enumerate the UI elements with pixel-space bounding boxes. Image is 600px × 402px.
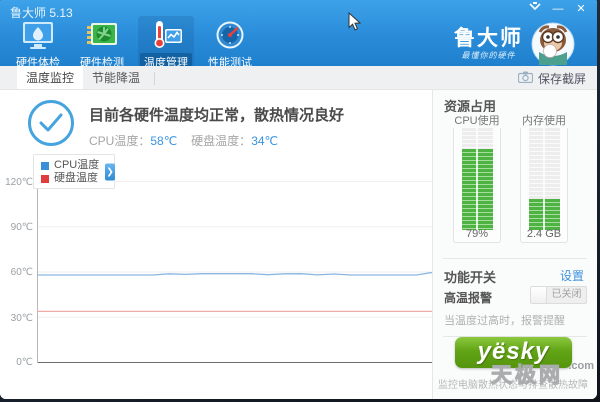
- y-tick: 90℃: [10, 222, 33, 233]
- disk-temp-value: 34℃: [251, 134, 279, 148]
- thermometer-chart-icon: [148, 20, 184, 50]
- desktop-background: 鲁大师 5.13 — ✕ 硬件体检 硬件检测 温度管理 性能测试 鲁大师 最懂你…: [0, 0, 600, 402]
- yesky-watermark: yësky .com 天极网: [453, 337, 594, 388]
- brand-area: 鲁大师 最懂你的硬件: [454, 22, 575, 66]
- status-title: 目前各硬件温度均正常，散热情况良好: [89, 107, 345, 124]
- memory-usage-gauge: 内存使用 2.4 GB: [519, 112, 569, 243]
- monitor-drop-icon: [20, 20, 56, 50]
- legend-item-cpu: CPU温度: [41, 159, 108, 172]
- status-temperatures: CPU温度：58℃ 硬盘温度：34℃: [89, 132, 344, 149]
- disk-temp-label: 硬盘温度：: [191, 134, 252, 148]
- resource-sidebar: 资源占用 CPU使用 79% 内存使用 2.4 GB 功能开关 设置 高温报警: [432, 90, 597, 399]
- window-controls: — ✕: [527, 2, 589, 16]
- temperature-chart: [37, 181, 434, 363]
- settings-link[interactable]: 设置: [560, 267, 584, 284]
- camera-icon: [517, 71, 534, 86]
- tab-energy-cooling[interactable]: 节能降温: [83, 66, 149, 89]
- y-tick: 60℃: [10, 267, 33, 278]
- skin-menu-icon[interactable]: [527, 2, 543, 16]
- cpu-temp-label: CPU温度：: [89, 134, 151, 148]
- gpu-card-icon: [84, 20, 120, 50]
- high-temp-alarm-toggle[interactable]: 已关闭: [530, 286, 587, 304]
- memory-usage-value: 2.4 GB: [526, 228, 562, 240]
- toolbar-item-hardware-detect[interactable]: 硬件检测: [74, 16, 130, 72]
- minimize-button[interactable]: —: [550, 2, 566, 16]
- memory-usage-label: 内存使用: [519, 112, 569, 128]
- y-tick: 0℃: [16, 357, 33, 368]
- save-screenshot-label: 保存截屏: [537, 71, 586, 86]
- toolbar-item-hardware-check[interactable]: 硬件体检: [10, 16, 66, 72]
- legend-label: 硬盘温度: [54, 172, 98, 184]
- tianji-site-text: 天极网: [491, 364, 563, 388]
- cpu-temp-value: 58℃: [150, 134, 178, 148]
- disk-series-swatch: [41, 174, 49, 183]
- app-window: 鲁大师 5.13 — ✕ 硬件体检 硬件检测 温度管理 性能测试 鲁大师 最懂你…: [0, 0, 597, 399]
- main-toolbar: 硬件体检 硬件检测 温度管理 性能测试: [10, 16, 266, 72]
- y-tick: 120℃: [5, 177, 33, 188]
- toolbar-item-temperature[interactable]: 温度管理: [138, 16, 194, 72]
- tab-temperature-monitor[interactable]: 温度监控: [17, 66, 83, 89]
- cpu-usage-gauge: CPU使用 79%: [451, 112, 503, 243]
- cpu-usage-label: CPU使用: [451, 112, 503, 128]
- save-screenshot-button[interactable]: 保存截屏: [512, 66, 592, 90]
- tab-separator: [154, 72, 155, 85]
- alarm-description: 当温度过高时，报警提醒: [444, 315, 565, 327]
- cpu-series-swatch: [41, 161, 49, 170]
- function-switch-title: 功能开关: [444, 270, 497, 285]
- chart-y-axis: 120℃ 90℃ 60℃ 30℃ 0℃: [0, 177, 33, 368]
- mouse-cursor: [348, 11, 362, 36]
- high-temp-alarm-label: 高温报警: [444, 291, 493, 305]
- status-summary: 目前各硬件温度均正常，散热情况良好 CPU温度：58℃ 硬盘温度：34℃: [28, 100, 344, 149]
- toggle-state-label: 已关闭: [551, 289, 582, 300]
- sidebar-divider: [443, 258, 587, 259]
- toolbar-item-benchmark[interactable]: 性能测试: [202, 16, 258, 72]
- cpu-usage-bar: [462, 128, 493, 230]
- brand-logo-text: 鲁大师: [454, 26, 523, 50]
- check-circle-icon: [28, 100, 74, 146]
- usage-gauges: CPU使用 79% 内存使用 2.4 GB: [451, 112, 569, 243]
- content-area: 目前各硬件温度均正常，散热情况良好 CPU温度：58℃ 硬盘温度：34℃ CPU温…: [0, 90, 597, 399]
- legend-label: CPU温度: [54, 159, 100, 171]
- close-button[interactable]: ✕: [573, 2, 589, 16]
- y-tick: 30℃: [10, 313, 33, 324]
- chart-legend: CPU温度 硬盘温度 ❯: [33, 154, 115, 189]
- line-chart-canvas: [37, 181, 434, 363]
- gauge-icon: [212, 20, 248, 50]
- yesky-domain-text: .com: [568, 360, 594, 372]
- legend-item-disk: 硬盘温度: [41, 172, 108, 185]
- tab-bar: 温度监控 节能降温 保存截屏: [0, 66, 597, 90]
- temperature-panel: 目前各硬件温度均正常，散热情况良好 CPU温度：58℃ 硬盘温度：34℃ CPU温…: [0, 90, 434, 399]
- brand-tagline: 最懂你的硬件: [461, 50, 516, 60]
- cpu-usage-value: 79%: [465, 228, 489, 240]
- memory-usage-bar: [529, 128, 560, 230]
- legend-expand-button[interactable]: ❯: [105, 163, 115, 180]
- toggle-knob: [531, 287, 547, 303]
- title-bar: 鲁大师 5.13 — ✕ 硬件体检 硬件检测 温度管理 性能测试 鲁大师 最懂你…: [0, 0, 597, 72]
- mascot-monkey-icon: [531, 22, 575, 66]
